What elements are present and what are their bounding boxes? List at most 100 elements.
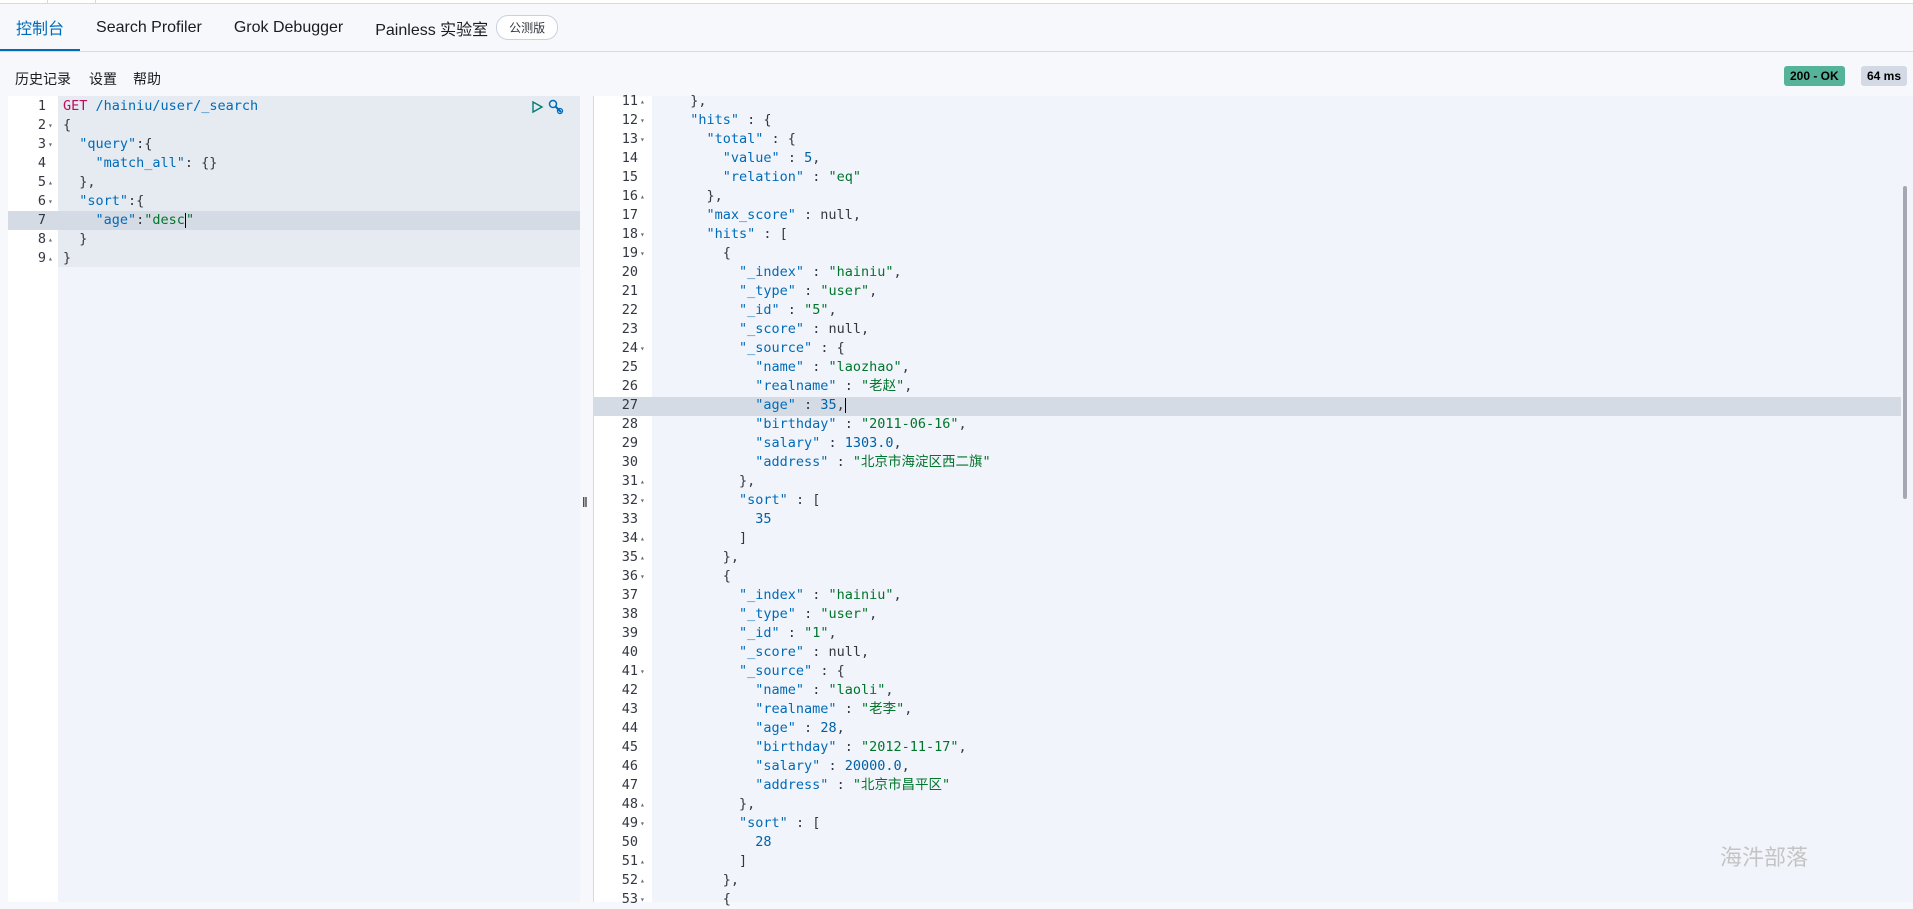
code-text: "name" : "laoli", [755,682,894,698]
line-number: 20 [621,264,638,280]
fold-icon[interactable]: ▾ [640,339,645,358]
fold-icon[interactable]: ▾ [640,662,645,681]
code-line: 13 ▾ "total" : { [594,130,1913,149]
code-line: 21 "_type" : "user", [594,282,1913,301]
tab-label: Painless 实验室 [375,21,489,39]
unfold-icon[interactable]: ▴ [640,529,645,548]
tab-console[interactable]: 控制台 [0,4,81,51]
top-divider [95,0,96,3]
unfold-icon[interactable]: ▴ [48,230,53,249]
code-line: 30 "address" : "北京市海淀区西二旗" [594,453,1913,472]
code-line: 1 GET /hainiu/user/_search [8,97,580,116]
line-number: 28 [621,416,638,432]
fold-icon[interactable]: ▾ [640,130,645,149]
unfold-icon[interactable]: ▴ [640,871,645,890]
code-text: "realname" : "老李", [755,701,913,717]
fold-icon[interactable]: ▾ [640,491,645,510]
fold-icon[interactable]: ▾ [640,244,645,263]
unfold-icon[interactable]: ▴ [48,173,53,192]
line-number: 12 [621,112,638,128]
unfold-icon[interactable]: ▴ [640,92,645,111]
request-editor[interactable]: 1 GET /hainiu/user/_search 2 ▾{3 ▾ "query":{… [8,96,580,902]
line-number: 16 [621,188,638,204]
unfold-icon[interactable]: ▴ [640,852,645,871]
line-number: 2 [37,117,46,133]
fold-icon[interactable]: ▾ [640,111,645,130]
line-number: 6 [37,193,46,209]
line-number: 36 [621,568,638,584]
code-text: }, [674,796,756,812]
unfold-icon[interactable]: ▴ [640,472,645,491]
unfold-icon[interactable]: ▴ [48,249,53,268]
line-number: 24 [621,340,638,356]
code-text: "address" : "北京市海淀区西二旗" [755,454,991,470]
fold-icon[interactable]: ▾ [640,814,645,833]
settings-link[interactable]: 设置 [89,69,117,89]
tab-search-profiler[interactable]: Search Profiler [80,4,218,51]
fold-icon[interactable]: ▾ [48,135,53,154]
code-text: { [674,891,731,907]
code-line: 40 "_score" : null, [594,643,1913,662]
line-number: 48 [621,796,638,812]
line-number: 17 [621,207,638,223]
panel-resizer[interactable]: ‖ [580,96,594,902]
code-line: 24 ▾ "_source" : { [594,339,1913,358]
code-line: 36 ▾ { [594,567,1913,586]
code-line: 27 "age" : 35, [594,396,1913,415]
help-link[interactable]: 帮助 [133,69,161,89]
code-text: "_source" : { [739,340,845,356]
code-text: "sort" : [ [739,492,821,508]
code-line: 18 ▾ "hits" : [ [594,225,1913,244]
code-text: }, [63,174,96,190]
code-line: 34 ▴ ] [594,529,1913,548]
duration-badge: 64 ms [1861,66,1908,86]
line-number: 33 [621,511,638,527]
code-line: 20 "_index" : "hainiu", [594,263,1913,282]
response-scrollbar[interactable] [1903,186,1907,499]
code-line: 50 28 [594,833,1913,852]
code-text: GET /hainiu/user/_search [63,98,259,114]
line-number: 46 [621,758,638,774]
code-text: "sort":{ [79,193,145,209]
tab-painless-lab[interactable]: Painless 实验室 公测版 [359,4,574,51]
code-text: "_id" : "1", [739,625,837,641]
unfold-icon[interactable]: ▴ [640,795,645,814]
resize-handle-icon[interactable]: ‖ [582,494,588,510]
code-text: "hits" : [ [706,226,788,242]
fold-icon[interactable]: ▾ [640,567,645,586]
code-line: 7 "age":"desc" [8,211,580,230]
line-number: 13 [621,131,638,147]
fold-icon[interactable]: ▾ [48,192,53,211]
code-text: ] [674,530,748,546]
status-badge: 200 - OK [1784,66,1845,86]
code-line: 46 "salary" : 20000.0, [594,757,1913,776]
line-number: 42 [621,682,638,698]
code-text: "realname" : "老赵", [755,378,913,394]
unfold-icon[interactable]: ▴ [640,187,645,206]
code-text: "_score" : null, [739,644,870,660]
code-line: 48 ▴ }, [594,795,1913,814]
play-icon[interactable] [530,100,544,114]
line-number: 51 [621,853,638,869]
tab-grok-debugger[interactable]: Grok Debugger [218,4,359,51]
code-line: 28 "birthday" : "2011-06-16", [594,415,1913,434]
code-line: 35 ▴ }, [594,548,1913,567]
code-line: 51 ▴ ] [594,852,1913,871]
wrench-icon[interactable] [547,98,565,116]
unfold-icon[interactable]: ▴ [640,548,645,567]
history-link[interactable]: 历史记录 [15,69,71,89]
line-number: 15 [621,169,638,185]
line-number: 22 [621,302,638,318]
fold-icon[interactable]: ▾ [640,890,645,909]
code-text: "_index" : "hainiu", [739,264,902,280]
fold-icon[interactable]: ▾ [48,116,53,135]
fold-icon[interactable]: ▾ [640,225,645,244]
line-number: 35 [621,549,638,565]
code-line: 39 "_id" : "1", [594,624,1913,643]
code-text: 35 [755,511,772,527]
code-text: { [63,117,72,133]
line-number: 14 [621,150,638,166]
code-text: "_index" : "hainiu", [739,587,902,603]
code-text: } [63,231,88,247]
line-number: 39 [621,625,638,641]
